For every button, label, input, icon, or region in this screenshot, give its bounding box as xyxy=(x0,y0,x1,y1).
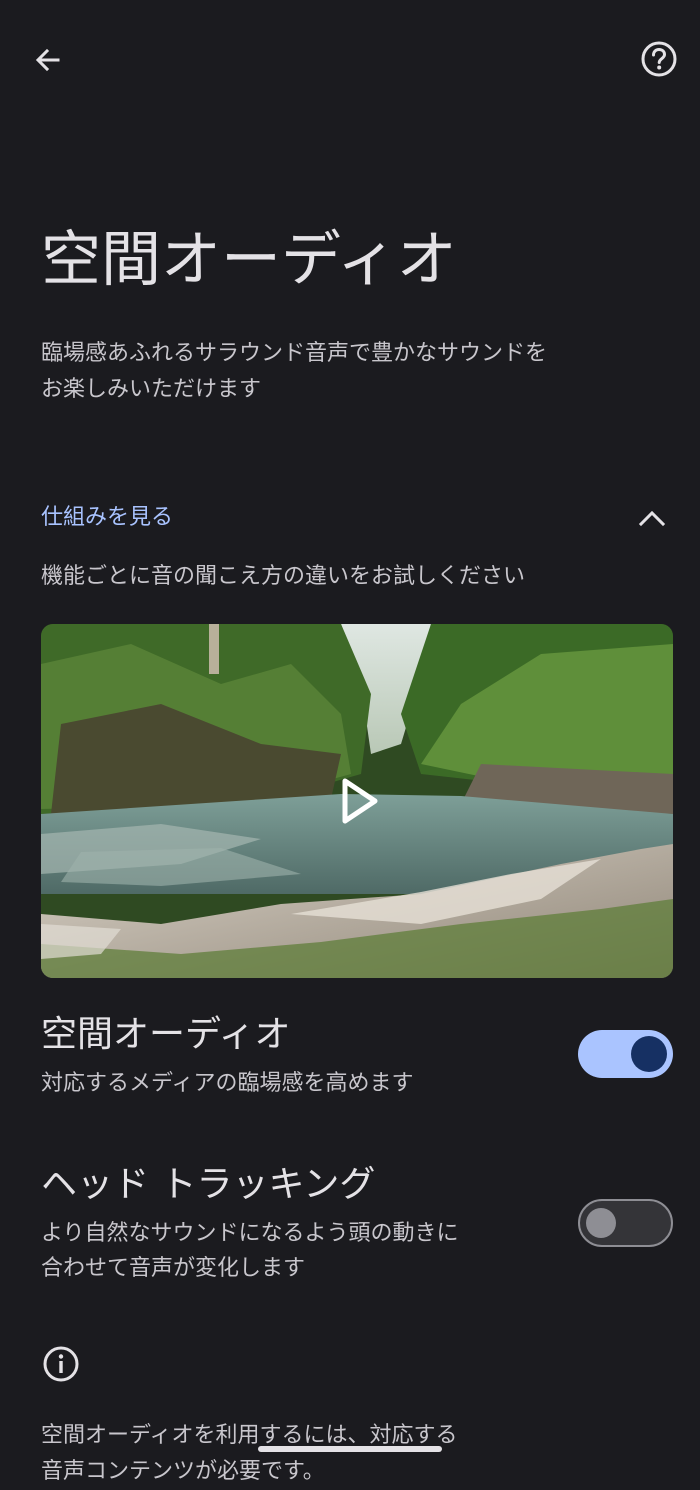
head-tracking-description-line: より自然なサウンドになるよう頭の動きに xyxy=(41,1221,459,1246)
head-tracking-toggle[interactable] xyxy=(578,1199,673,1247)
info-icon xyxy=(43,1346,79,1382)
footer-note-line: 音声コンテンツが必要です。 xyxy=(41,1459,325,1484)
head-tracking-description: より自然なサウンドになるよう頭の動きに 合わせて音声が変化します xyxy=(41,1216,541,1286)
how-it-works-expander[interactable]: 仕組みを見る xyxy=(0,492,700,546)
spatial-audio-toggle[interactable] xyxy=(578,1030,673,1078)
head-tracking-setting[interactable]: ヘッド トラッキング より自然なサウンドになるよう頭の動きに 合わせて音声が変化… xyxy=(0,1158,700,1298)
help-button[interactable] xyxy=(634,34,684,84)
back-button[interactable] xyxy=(24,36,72,84)
toggle-knob xyxy=(586,1208,616,1238)
how-it-works-subtitle: 機能ごとに音の聞こえ方の違いをお試しください xyxy=(41,564,526,589)
head-tracking-title: ヘッド トラッキング xyxy=(41,1164,376,1205)
page-description: 臨場感あふれるサラウンド音声で豊かなサウンドを お楽しみいただけます xyxy=(41,336,641,408)
chevron-up-icon xyxy=(638,510,666,527)
help-circle-icon xyxy=(641,41,677,77)
spatial-audio-setting[interactable]: 空間オーディオ 対応するメディアの臨場感を高めます xyxy=(0,1008,700,1118)
toggle-knob xyxy=(631,1036,667,1072)
footer-note: 空間オーディオを利用するには、対応する 音声コンテンツが必要です。 xyxy=(41,1418,641,1490)
arrow-back-icon xyxy=(35,48,60,72)
top-app-bar xyxy=(0,0,700,120)
page-title: 空間オーディオ xyxy=(41,225,457,295)
demo-video[interactable] xyxy=(41,624,673,978)
page-description-line: 臨場感あふれるサラウンド音声で豊かなサウンドを xyxy=(41,341,548,366)
spatial-audio-title: 空間オーディオ xyxy=(41,1014,291,1055)
home-indicator[interactable] xyxy=(258,1446,442,1452)
how-it-works-label: 仕組みを見る xyxy=(41,505,174,530)
spatial-audio-description-line: 対応するメディアの臨場感を高めます xyxy=(41,1071,414,1096)
head-tracking-description-line: 合わせて音声が変化します xyxy=(41,1256,306,1281)
play-icon[interactable] xyxy=(339,776,381,826)
page-description-line: お楽しみいただけます xyxy=(41,377,262,402)
spatial-audio-description: 対応するメディアの臨場感を高めます xyxy=(41,1066,541,1101)
